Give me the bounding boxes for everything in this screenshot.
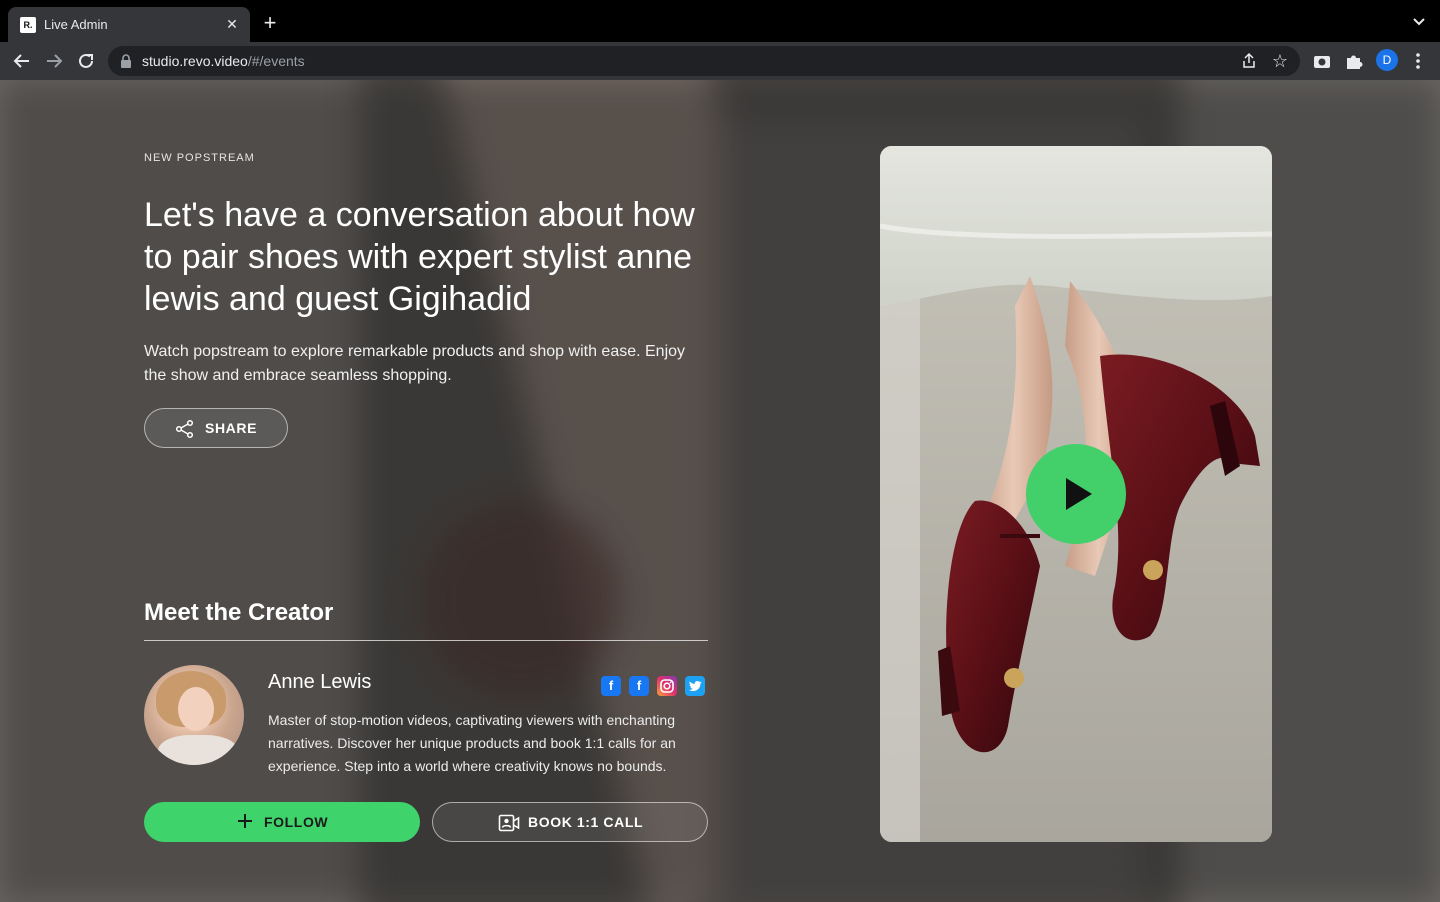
lock-icon: [121, 54, 131, 68]
plus-icon: [238, 814, 252, 828]
book-call-button-label: BOOK 1:1 CALL: [528, 814, 644, 830]
reload-icon[interactable]: [75, 50, 97, 72]
browser-tab-strip: R. Live Admin ✕ +: [0, 0, 1440, 42]
creator-bio: Master of stop-motion videos, captivatin…: [268, 712, 676, 774]
follow-button-label: FOLLOW: [264, 814, 329, 830]
back-icon[interactable]: [11, 50, 33, 72]
play-icon: [1066, 478, 1092, 510]
event-description: Watch popstream to explore remarkable pr…: [144, 343, 686, 384]
bookmark-star-icon[interactable]: ☆: [1270, 51, 1290, 71]
profile-avatar[interactable]: D: [1376, 49, 1398, 71]
share-page-icon[interactable]: [1240, 52, 1258, 70]
tab-title: Live Admin: [44, 17, 108, 32]
event-headline: Let's have a conversation about how to p…: [144, 196, 695, 318]
url-text: studio.revo.video/#/events: [142, 53, 305, 69]
new-tab-icon[interactable]: +: [260, 12, 280, 34]
creator-name: Anne Lewis: [268, 671, 372, 693]
forward-icon[interactable]: [43, 50, 65, 72]
share-icon: [175, 419, 194, 439]
event-page: NEW POPSTREAM Let's have a conversation …: [0, 80, 1440, 902]
extensions-puzzle-icon[interactable]: [1343, 50, 1365, 72]
browser-menu-icon[interactable]: [1407, 50, 1429, 72]
instagram-icon[interactable]: [657, 676, 677, 696]
address-bar[interactable]: studio.revo.video/#/events ☆: [108, 46, 1300, 76]
facebook-icon[interactable]: f: [601, 676, 621, 696]
meet-creator-heading: Meet the Creator: [144, 599, 334, 626]
share-button[interactable]: SHARE: [144, 408, 288, 448]
site-favicon-icon: R.: [20, 17, 36, 33]
tab-search-chevron-icon[interactable]: [1412, 14, 1426, 28]
creator-avatar: [144, 665, 244, 765]
browser-tab[interactable]: R. Live Admin ✕: [8, 7, 250, 42]
event-eyebrow: NEW POPSTREAM: [144, 152, 255, 164]
book-call-button[interactable]: BOOK 1:1 CALL: [432, 802, 708, 842]
close-tab-icon[interactable]: ✕: [224, 16, 240, 32]
video-preview[interactable]: [880, 146, 1272, 842]
play-button[interactable]: [1026, 444, 1126, 544]
browser-toolbar: studio.revo.video/#/events ☆ D: [0, 42, 1440, 80]
share-button-label: SHARE: [205, 420, 258, 436]
camera-extension-icon[interactable]: [1311, 50, 1333, 72]
facebook-icon[interactable]: f: [629, 676, 649, 696]
follow-button[interactable]: FOLLOW: [144, 802, 420, 842]
section-divider: [144, 640, 708, 641]
video-call-icon: [498, 814, 520, 832]
twitter-icon[interactable]: [685, 676, 705, 696]
